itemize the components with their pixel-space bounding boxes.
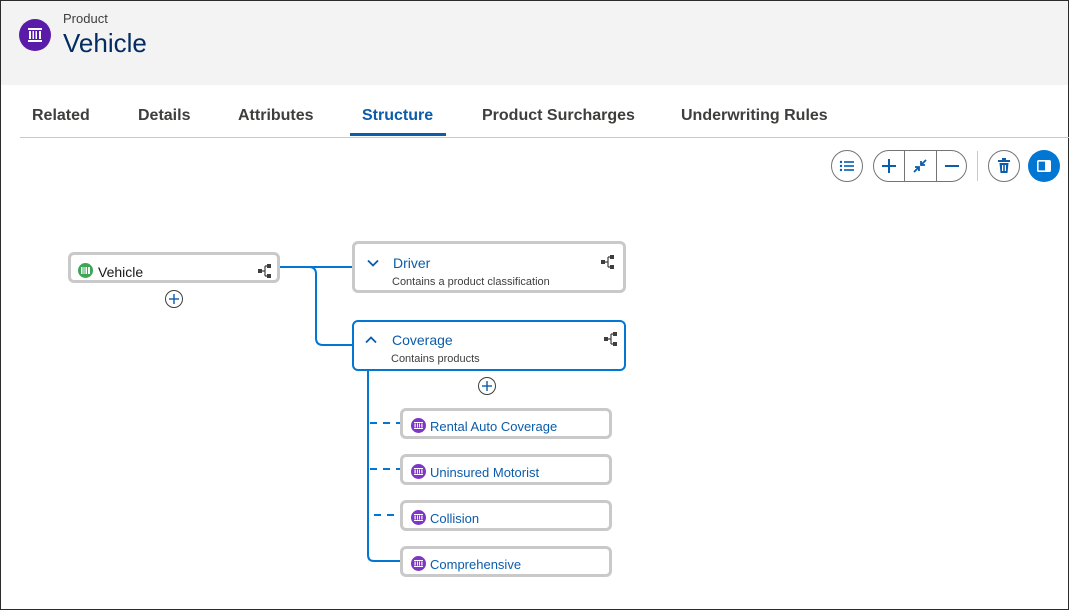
product-purple-icon — [411, 418, 426, 433]
product-purple-icon — [411, 464, 426, 479]
tree-node-subtitle: Contains a product classification — [392, 276, 550, 288]
tree-leaf-rental-auto-coverage[interactable]: Rental Auto Coverage — [400, 408, 612, 439]
tree-node-driver[interactable]: Driver Contains a product classification — [352, 241, 626, 293]
tree-leaf-collision[interactable]: Collision — [400, 500, 612, 531]
tree-node-coverage[interactable]: Coverage Contains products — [352, 320, 626, 371]
tree-node-subtitle: Contains products — [391, 353, 480, 365]
tree-leaf-label[interactable]: Uninsured Motorist — [430, 465, 539, 480]
chevron-down-icon[interactable] — [366, 256, 380, 270]
add-icon — [482, 381, 492, 391]
add-child-button[interactable] — [165, 290, 183, 308]
hierarchy-icon[interactable] — [601, 255, 615, 269]
tree-leaf-label[interactable]: Rental Auto Coverage — [430, 419, 557, 434]
tree-leaf-label[interactable]: Comprehensive — [430, 557, 521, 572]
tree-node-title: Driver — [393, 255, 431, 271]
add-icon — [169, 294, 179, 304]
product-green-icon — [78, 263, 93, 278]
hierarchy-icon[interactable] — [604, 332, 618, 346]
tree-leaf-label[interactable]: Collision — [430, 511, 479, 526]
chevron-up-icon[interactable] — [364, 333, 378, 347]
tree-node-label: Vehicle — [98, 264, 144, 280]
tree-leaf-uninsured-motorist[interactable]: Uninsured Motorist — [400, 454, 612, 485]
tree-node-title: Coverage — [392, 332, 453, 348]
product-purple-icon — [411, 556, 426, 571]
add-child-button[interactable] — [478, 377, 496, 395]
hierarchy-icon[interactable] — [258, 264, 272, 278]
tree-node-vehicle[interactable]: Vehicle — [68, 252, 280, 283]
tree-leaf-comprehensive[interactable]: Comprehensive — [400, 546, 612, 577]
product-purple-icon — [411, 510, 426, 525]
